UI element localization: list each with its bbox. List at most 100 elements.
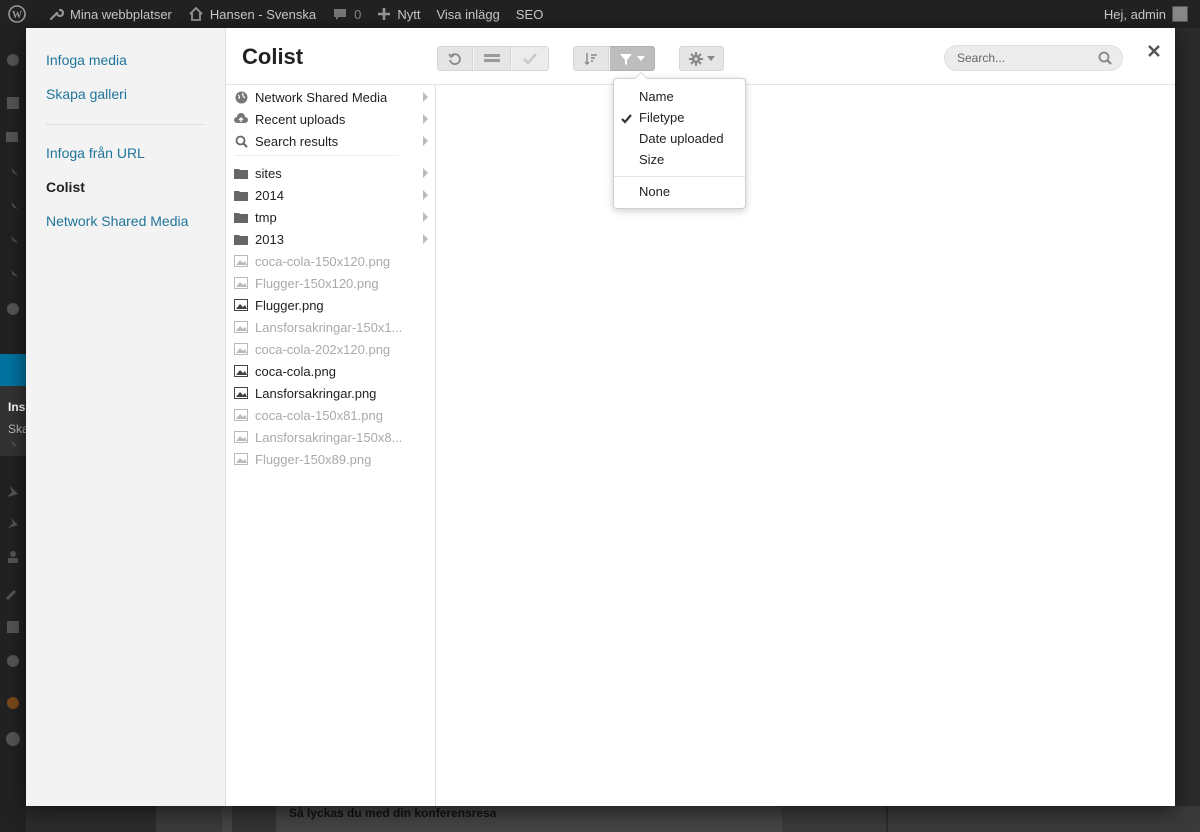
file-item[interactable]: coca-cola-150x120.png (234, 251, 430, 271)
wp-logo-button[interactable]: W (0, 0, 40, 28)
folder-item[interactable]: tmp (234, 207, 430, 227)
chevron-right-icon (423, 114, 428, 124)
chevron-right-icon (423, 190, 428, 200)
globe-icon (235, 91, 247, 103)
folder-icon (234, 234, 248, 245)
sort-button[interactable] (573, 46, 609, 71)
file-label: Flugger-150x120.png (255, 275, 379, 291)
svg-text:W: W (12, 10, 22, 21)
dashboard-icon (7, 54, 19, 66)
check-icon (523, 52, 537, 65)
appearance-icon (7, 486, 18, 497)
site-name-label: Hansen - Svenska (209, 6, 317, 22)
source-label: Recent uploads (255, 111, 346, 127)
file-item[interactable]: Lansforsakringar-150x8... (234, 427, 430, 447)
refresh-icon (448, 52, 461, 65)
pin-icon (8, 236, 18, 246)
file-label: coca-cola-202x120.png (255, 341, 391, 357)
image-file-icon (234, 343, 248, 355)
view-post-link[interactable]: Visa inlägg (428, 0, 507, 28)
menu-item-colist[interactable]: Colist (46, 179, 85, 195)
close-icon (1148, 45, 1160, 57)
filter-option-none[interactable]: None (639, 184, 670, 199)
avatar (1172, 6, 1188, 22)
settings-icon (7, 621, 19, 633)
source-network-shared-media[interactable]: Network Shared Media (234, 87, 430, 107)
filter-option-size[interactable]: Size (639, 152, 664, 167)
image-file-icon (234, 453, 248, 465)
cloud-upload-icon (234, 113, 248, 123)
folder-label: tmp (255, 209, 277, 225)
search-icon (235, 135, 248, 148)
file-item[interactable]: Flugger.png (234, 295, 430, 315)
file-item[interactable]: coca-cola-150x81.png (234, 405, 430, 425)
image-file-icon (234, 277, 248, 289)
file-label: Lansforsakringar.png (255, 385, 377, 401)
background-post-title: Så lyckas du med din konferensresa (289, 806, 497, 820)
file-item[interactable]: Flugger-150x89.png (234, 449, 430, 469)
menu-item-insert-from-url[interactable]: Infoga från URL (46, 145, 145, 161)
filter-dropdown: Name Filetype Date uploaded Size None (613, 72, 746, 209)
list-view-icon (484, 53, 500, 62)
pin-icon (8, 168, 18, 178)
menu-item-insert-media[interactable]: Infoga media (46, 52, 127, 68)
active-menu-item (0, 354, 26, 386)
folder-item[interactable]: sites (234, 163, 430, 183)
file-label: coca-cola.png (255, 363, 336, 379)
folder-icon (234, 190, 248, 201)
file-item[interactable]: Lansforsakringar-150x1... (234, 317, 430, 337)
search-field[interactable] (944, 45, 1123, 71)
filter-option-name[interactable]: Name (639, 89, 674, 104)
site-name-button[interactable]: Hansen - Svenska (180, 0, 324, 28)
menu-item-create-gallery[interactable]: Skapa galleri (46, 86, 127, 102)
gear-icon (7, 303, 19, 315)
source-recent-uploads[interactable]: Recent uploads (234, 109, 430, 129)
gear-icon (7, 655, 19, 667)
view-toggle-button[interactable] (473, 46, 511, 71)
file-browser-column: Network Shared Media Recent uploads Sear… (226, 85, 436, 806)
file-item[interactable]: coca-cola.png (234, 361, 430, 381)
chevron-right-icon (423, 168, 428, 178)
new-label: Nytt (397, 6, 421, 22)
file-item[interactable]: Lansforsakringar.png (234, 383, 430, 403)
settings-button[interactable] (679, 46, 724, 71)
seo-menu[interactable]: SEO (508, 0, 551, 28)
filter-icon (620, 53, 632, 65)
select-button[interactable] (511, 46, 549, 71)
image-file-icon (234, 365, 248, 377)
chevron-right-icon (423, 234, 428, 244)
file-item[interactable]: Flugger-150x120.png (234, 273, 430, 293)
chevron-right-icon (423, 92, 428, 102)
collapse-icon (6, 732, 20, 746)
pin-icon (8, 270, 18, 280)
admin-bar: W Mina webbplatser Hansen - Svenska 0 Ny… (0, 0, 1200, 28)
pin-icon (8, 202, 18, 212)
plus-icon (378, 8, 391, 20)
search-input[interactable] (957, 50, 1097, 66)
image-file-icon (234, 409, 248, 421)
menu-item-network-shared-media[interactable]: Network Shared Media (46, 213, 188, 229)
image-file-icon (234, 299, 248, 311)
account-menu[interactable]: Hej, admin (1096, 0, 1196, 28)
media-menu: Infoga media Skapa galleri Infoga från U… (26, 28, 226, 806)
filter-option-filetype[interactable]: Filetype (639, 110, 685, 125)
wordpress-icon: W (8, 5, 26, 23)
my-sites-label: Mina webbplatser (70, 6, 172, 22)
source-search-results[interactable]: Search results (234, 131, 430, 151)
folder-item[interactable]: 2013 (234, 229, 430, 249)
filter-option-date-uploaded[interactable]: Date uploaded (639, 131, 724, 146)
comment-icon (334, 9, 347, 20)
comments-button[interactable]: 0 (324, 0, 369, 28)
seo-label: SEO (515, 6, 544, 22)
file-label: Lansforsakringar-150x8... (255, 429, 403, 445)
close-button[interactable] (1143, 40, 1165, 62)
filter-button[interactable] (609, 46, 655, 71)
file-item[interactable]: coca-cola-202x120.png (234, 339, 430, 359)
chevron-right-icon (423, 212, 428, 222)
comments-count: 0 (354, 6, 362, 22)
new-content-button[interactable]: Nytt (369, 0, 428, 28)
my-sites-button[interactable]: Mina webbplatser (40, 0, 180, 28)
folder-label: 2014 (255, 187, 284, 203)
folder-item[interactable]: 2014 (234, 185, 430, 205)
refresh-button[interactable] (437, 46, 473, 71)
